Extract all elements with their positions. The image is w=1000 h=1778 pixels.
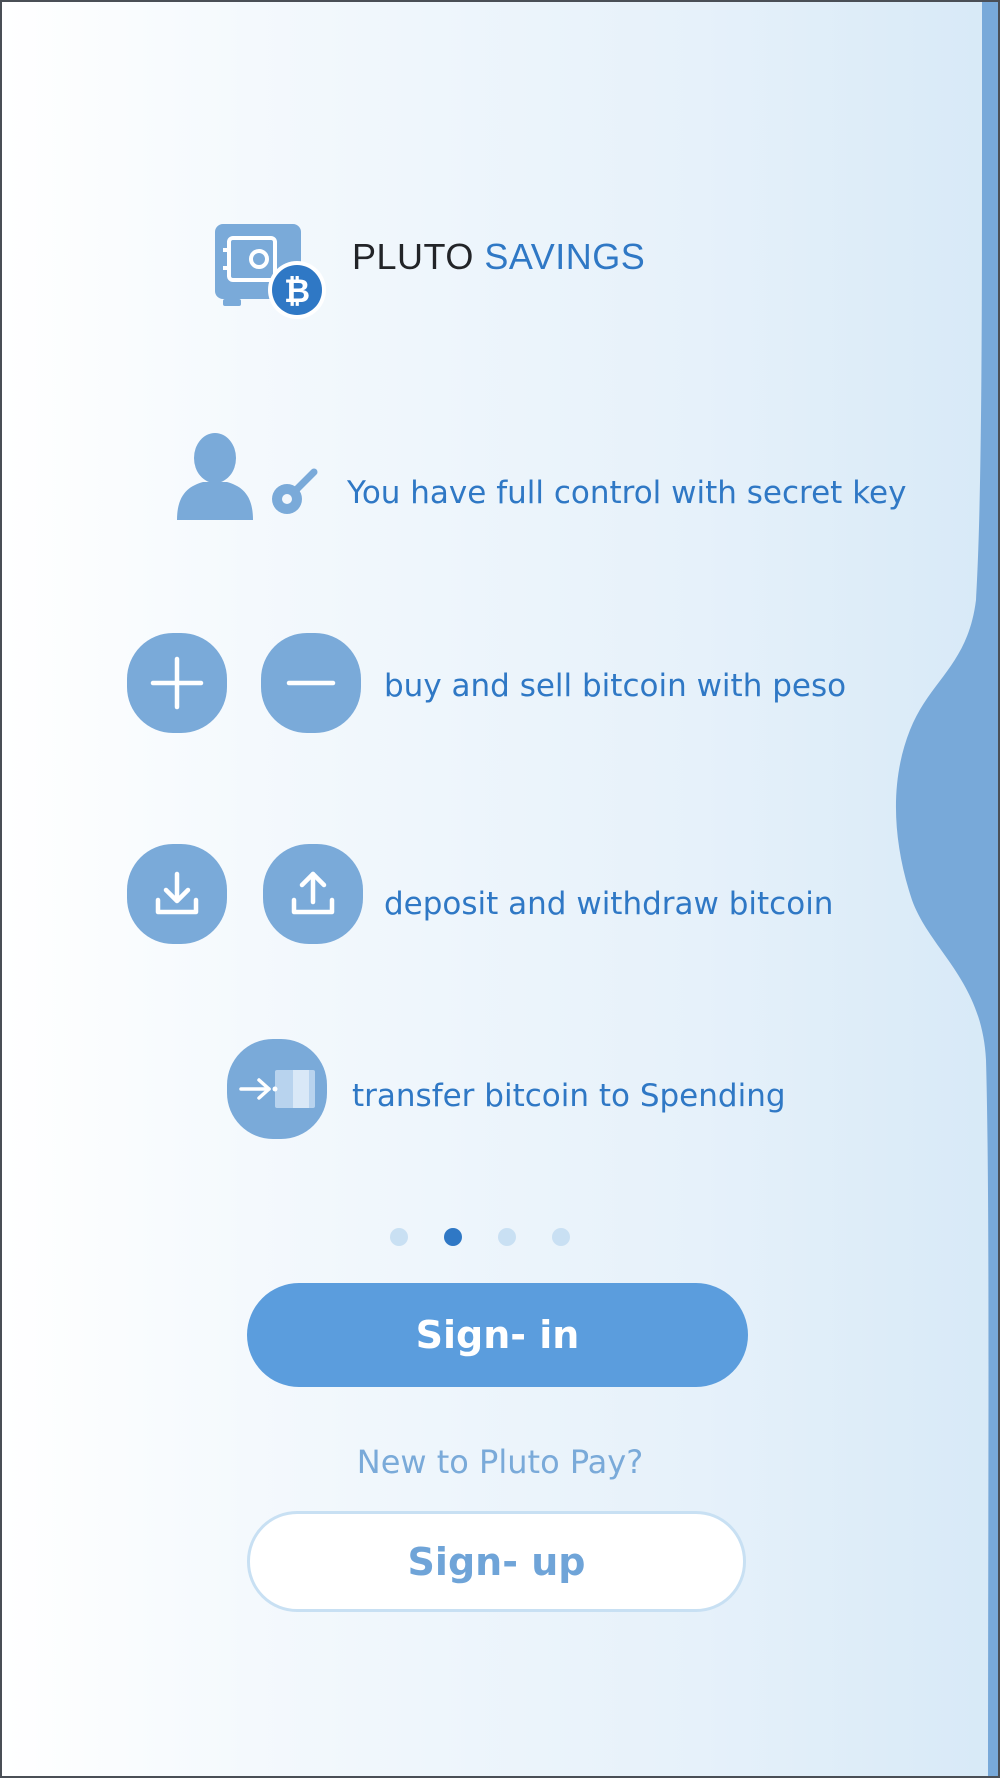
pluto-savings-logo: ₿	[215, 222, 327, 320]
feature-text-deposit-withdraw: deposit and withdraw bitcoin	[384, 886, 834, 922]
download-icon	[127, 844, 227, 944]
feature-text-transfer: transfer bitcoin to Spending	[352, 1078, 786, 1114]
upload-icon	[263, 844, 363, 944]
plus-icon	[127, 633, 227, 733]
sign-in-button[interactable]: Sign- in	[247, 1283, 748, 1387]
app-title-savings: SAVINGS	[484, 236, 646, 277]
decorative-wave	[895, 0, 1000, 1778]
new-user-prompt: New to Pluto Pay?	[356, 1443, 644, 1481]
page-dot-3[interactable]	[498, 1228, 516, 1246]
page-dot-4[interactable]	[552, 1228, 570, 1246]
sign-up-label: Sign- up	[407, 1539, 586, 1584]
page-dot-2-active[interactable]	[444, 1228, 462, 1246]
transfer-icon	[227, 1039, 327, 1139]
user-icon	[175, 432, 255, 520]
sign-up-button[interactable]: Sign- up	[247, 1511, 746, 1612]
svg-text:₿: ₿	[284, 272, 310, 310]
app-title-pluto: PLUTO	[352, 236, 474, 277]
feature-text-buy-sell: buy and sell bitcoin with peso	[384, 668, 847, 704]
minus-icon	[261, 633, 361, 733]
feature-text-secret-key: You have full control with secret key	[347, 475, 907, 511]
app-title: PLUTO SAVINGS	[352, 236, 645, 278]
page-indicator	[388, 1226, 578, 1248]
sign-in-label: Sign- in	[415, 1313, 580, 1357]
key-icon	[270, 467, 320, 517]
page-dot-1[interactable]	[390, 1228, 408, 1246]
